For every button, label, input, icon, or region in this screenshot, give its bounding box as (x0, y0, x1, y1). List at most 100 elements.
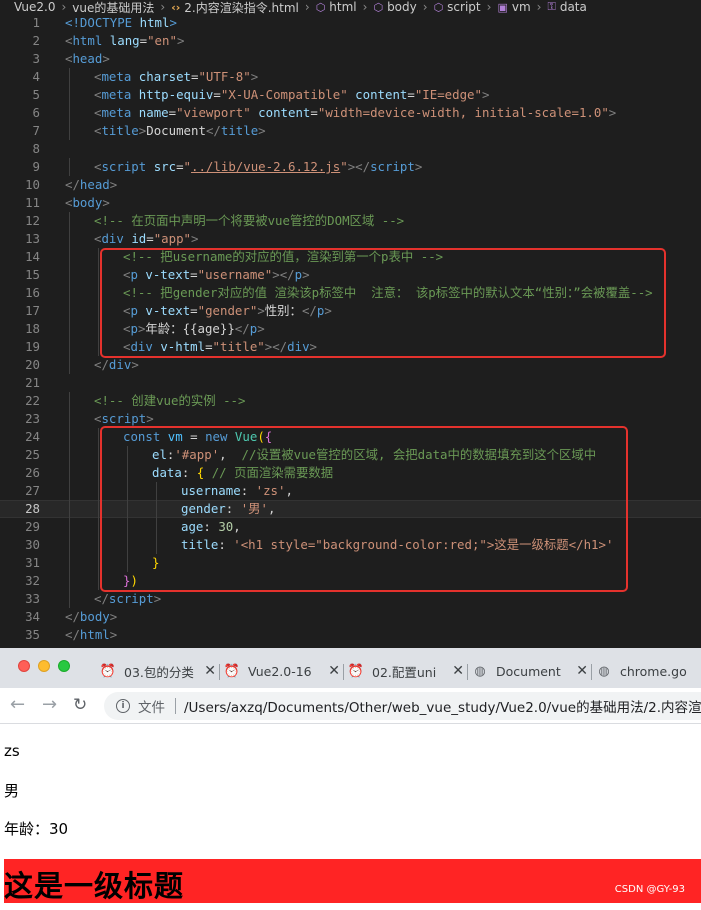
code-token: body (79, 609, 110, 624)
code-text: age: 30, (181, 518, 241, 536)
info-icon[interactable]: i (116, 699, 130, 713)
code-line[interactable]: 22 <!-- 创建vue的实例 --> (0, 392, 701, 410)
code-line[interactable]: 13 <div id="app"> (0, 230, 701, 248)
browser-tab[interactable]: ◍ Document ✕ (472, 657, 588, 685)
code-token: title (220, 123, 259, 138)
close-tab-icon[interactable]: ✕ (328, 663, 340, 679)
breadcrumb-item[interactable]: script (447, 0, 480, 14)
code-line[interactable]: 10 </head> (0, 176, 701, 194)
breadcrumb-item[interactable]: vue的基础用法 (72, 0, 154, 15)
line-number: 4 (32, 69, 40, 84)
indent-guide (69, 590, 70, 608)
code-line[interactable]: 20 </div> (0, 356, 701, 374)
code-token: p (130, 303, 146, 318)
code-line[interactable]: 28 gender: '男', (0, 500, 701, 518)
breadcrumb-item[interactable]: body (387, 0, 417, 14)
code-token: > (169, 15, 177, 30)
code-token: > (146, 411, 154, 426)
code-token: ></ (347, 159, 371, 174)
code-line[interactable]: 6 <meta name="viewport" content="width=de… (0, 104, 701, 122)
browser-tab[interactable]: ⏰ 02.配置uni ✕ (348, 657, 464, 685)
code-line[interactable]: 26 data: { // 页面渲染需要数据 (0, 464, 701, 482)
code-text: }) (123, 572, 138, 590)
code-line[interactable]: 12 <!-- 在页面中声明一个将要被vue管控的DOM区域 --> (0, 212, 701, 230)
code-line[interactable]: 33 </script> (0, 590, 701, 608)
code-line[interactable]: 35 </html> (0, 626, 701, 644)
code-line[interactable]: 29 age: 30, (0, 518, 701, 536)
code-line[interactable]: 31} (0, 554, 701, 572)
zoom-window-button[interactable] (58, 660, 70, 672)
code-line[interactable]: 23 <script> (0, 410, 701, 428)
code-line[interactable]: 7 <title>Document</title> (0, 122, 701, 140)
code-line[interactable]: 21 (0, 374, 701, 392)
close-window-button[interactable] (18, 660, 30, 672)
code-line[interactable]: 8 (0, 140, 701, 158)
code-line[interactable]: 1 <!DOCTYPE html> (0, 14, 701, 32)
username-paragraph: zs (4, 742, 20, 760)
code-line[interactable]: 25 el:'#app', //设置被vue管控的区域, 会把data中的数据填充… (0, 446, 701, 464)
code-line[interactable]: 11 <body> (0, 194, 701, 212)
tab-divider (219, 664, 220, 680)
code-lines[interactable]: 1 <!DOCTYPE html> 2 <html lang="en"> 3 <head>… (0, 14, 701, 644)
code-line[interactable]: 34 </body> (0, 608, 701, 626)
code-token: : (225, 501, 241, 516)
code-line[interactable]: 17 <p v-text="gender">性别：</p> (0, 302, 701, 320)
code-line[interactable]: 32}) (0, 572, 701, 590)
close-tab-icon[interactable]: ✕ (204, 663, 216, 679)
code-line[interactable]: 15 <p v-text="username"></p> (0, 266, 701, 284)
code-editor[interactable]: Vue2.0 › vue的基础用法 › ‹› 2.内容渲染指令.html › ⬡ html › ⬡ b… (0, 0, 701, 648)
breadcrumb-separator: › (61, 0, 67, 14)
code-line[interactable]: 9 <script src="../lib/vue-2.6.12.js"></sc… (0, 158, 701, 176)
code-token: http-equiv (138, 87, 214, 102)
code-token: 年龄：{{age}} (145, 321, 235, 336)
breadcrumb-item[interactable]: data (560, 0, 587, 14)
code-line[interactable]: 14 <!-- 把username的对应的值，渲染到第一个p表中 --> (0, 248, 701, 266)
code-line[interactable]: 27 username: 'zs', (0, 482, 701, 500)
close-tab-icon[interactable]: ✕ (576, 663, 588, 679)
code-line[interactable]: 24 const vm = new Vue({ (0, 428, 701, 446)
code-token: = (182, 429, 206, 444)
breadcrumb-item[interactable]: vm (512, 0, 531, 14)
code-line[interactable]: 19 <div v-html="title"></div> (0, 338, 701, 356)
code-token: , (268, 501, 276, 516)
browser-window: ⏰ 03.包的分类 ✕ ⏰ Vue2.0-16 ✕ ⏰ 02.配置uni ✕ ◍ Document ✕… (0, 648, 701, 910)
breadcrumb-item[interactable]: Vue2.0 (14, 0, 55, 14)
code-token: <!-- 把gender对应的值 渲染该p标签中 注意： 该p标签中的默认文本“… (123, 285, 653, 300)
code-line[interactable]: 16 <!-- 把gender对应的值 渲染该p标签中 注意： 该p标签中的默认文… (0, 284, 701, 302)
browser-tab[interactable]: ⏰ 03.包的分类 ✕ (100, 657, 216, 685)
breadcrumb-item[interactable]: html (329, 0, 356, 14)
globe-icon: ◍ (598, 663, 610, 679)
tab-label: Vue2.0-16 (248, 663, 312, 679)
reload-icon[interactable]: ↻ (73, 695, 87, 715)
code-text: <meta name="viewport" content="width=dev… (94, 104, 616, 122)
code-line[interactable]: 3 <head> (0, 50, 701, 68)
code-line[interactable]: 5 <meta http-equiv="X-UA-Compatible" cont… (0, 86, 701, 104)
forward-arrow-icon[interactable]: → (42, 695, 57, 715)
code-token: > (324, 303, 332, 318)
code-line[interactable]: 4 <meta charset="UTF-8"> (0, 68, 701, 86)
close-tab-icon[interactable]: ✕ (452, 663, 464, 679)
back-arrow-icon[interactable]: ← (10, 695, 25, 715)
address-bar[interactable]: i 文件 /Users/axzq/Documents/Other/web_vue… (104, 692, 701, 720)
indent-guide (98, 302, 99, 320)
code-token: , (233, 519, 241, 534)
line-number: 3 (32, 51, 40, 66)
code-line[interactable]: 30 title: '<h1 style="background-color:re… (0, 536, 701, 554)
code-token: "width=device-width, initial-scale=1.0" (317, 105, 609, 120)
code-line[interactable]: 2 <html lang="en"> (0, 32, 701, 50)
code-token: data (152, 465, 182, 480)
code-token: > (481, 87, 490, 102)
browser-tab[interactable]: ⏰ Vue2.0-16 ✕ (224, 657, 340, 685)
code-token: : (240, 483, 256, 498)
code-token: 性别： (264, 303, 302, 318)
code-token: script (108, 591, 154, 606)
minimize-window-button[interactable] (38, 660, 50, 672)
breadcrumb-item[interactable]: 2.内容渲染指令.html (184, 0, 299, 15)
browser-tab[interactable]: ◍ chrome.go (596, 657, 701, 685)
symbol-icon: ⬡ (373, 0, 384, 14)
indent-guide (98, 284, 99, 302)
code-text: </script> (94, 590, 161, 608)
code-line[interactable]: 18 <p>年龄：{{age}}</p> (0, 320, 701, 338)
indent-guide (98, 536, 99, 554)
code-text: <p v-text="username"></p> (123, 266, 310, 284)
